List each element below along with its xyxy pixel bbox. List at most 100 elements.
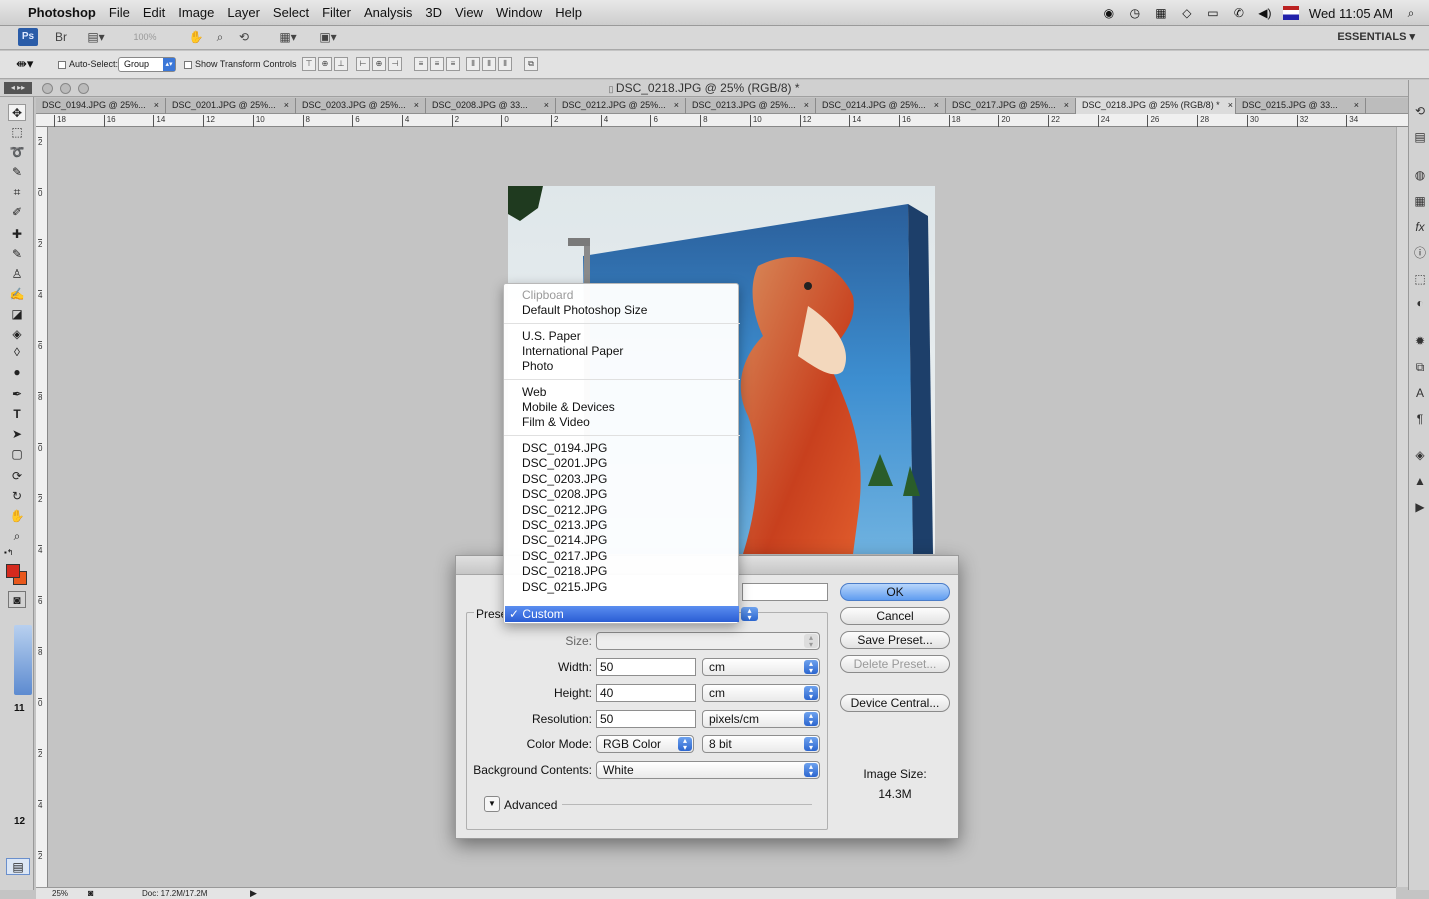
tab-close-icon[interactable]: × (544, 98, 549, 114)
channels-panel-icon[interactable]: ▦ (1412, 192, 1428, 210)
width-input[interactable]: 50 (596, 658, 696, 676)
crop-tool-icon[interactable]: ⌗ (8, 184, 26, 201)
brush-tool-icon[interactable]: ✎ (8, 246, 26, 263)
collapse-panel-icon[interactable]: ◂ ▸▸ (4, 82, 32, 94)
character-panel-icon[interactable]: A (1412, 384, 1428, 402)
document-tab[interactable]: DSC_0203.JPG @ 25%... × (296, 98, 426, 114)
tab-close-icon[interactable]: × (1064, 98, 1069, 114)
layers-panel-icon[interactable]: ◈ (1412, 446, 1428, 464)
auto-align-icon[interactable]: ⧉ (524, 57, 538, 71)
status-menu-arrow-icon[interactable]: ▶ (250, 888, 257, 899)
show-transform-checkbox[interactable]: Show Transform Controls (184, 59, 297, 69)
preset-item-file[interactable]: DSC_0201.JPG (522, 456, 607, 471)
menu-select[interactable]: Select (273, 5, 309, 20)
tab-close-icon[interactable]: × (804, 98, 809, 114)
document-tab[interactable]: DSC_0201.JPG @ 25%... × (166, 98, 296, 114)
menu-layer[interactable]: Layer (227, 5, 260, 20)
resolution-unit-select[interactable]: pixels/cm ▴ ▾ (702, 710, 820, 728)
volume-icon[interactable]: ◀) (1257, 6, 1273, 20)
menu-window[interactable]: Window (496, 5, 542, 20)
vertical-scrollbar[interactable] (1396, 127, 1408, 887)
advanced-disclosure-icon[interactable]: ▼ (484, 796, 500, 812)
menu-filter[interactable]: Filter (322, 5, 351, 20)
document-tab[interactable]: DSC_0215.JPG @ 33... × (1236, 98, 1366, 114)
preset-item-file[interactable]: DSC_0208.JPG (522, 487, 607, 502)
document-tab[interactable]: DSC_0208.JPG @ 33... × (426, 98, 556, 114)
3d-rotate-tool-icon[interactable]: ⟳ (8, 468, 26, 485)
distribute-bottom-icon[interactable]: ≡ (446, 57, 460, 71)
align-vcenter-icon[interactable]: ⊕ (318, 57, 332, 71)
auto-select-dropdown[interactable]: Group ▴▾ (118, 57, 176, 72)
navigator-panel-icon[interactable]: ⬚ (1412, 270, 1428, 288)
path-selection-tool-icon[interactable]: ➤ (8, 426, 26, 443)
clone-source-panel-icon[interactable]: ⧉ (1412, 358, 1428, 376)
phone-icon[interactable]: ✆ (1231, 6, 1247, 20)
tab-close-icon[interactable]: × (934, 98, 939, 114)
styles-panel-icon[interactable]: fx (1412, 218, 1428, 236)
cancel-button[interactable]: Cancel (840, 607, 950, 625)
type-tool-icon[interactable]: T (8, 406, 26, 423)
preset-item-mobile-devices[interactable]: Mobile & Devices (522, 400, 615, 415)
move-tool-preset-icon[interactable]: ⇼▾ (16, 56, 33, 72)
menu-3d[interactable]: 3D (425, 5, 442, 20)
zoom-tool-icon-2[interactable]: ⌕ (8, 528, 26, 545)
document-tab[interactable]: DSC_0212.JPG @ 25%... × (556, 98, 686, 114)
ok-button[interactable]: OK (840, 583, 950, 601)
history-panel-icon[interactable]: ⟲ (1412, 102, 1428, 120)
adjustments-panel-icon[interactable]: ◐ (1412, 294, 1428, 312)
height-input[interactable]: 40 (596, 684, 696, 702)
eyedropper-tool-icon[interactable]: ✐ (8, 204, 26, 221)
tab-close-icon[interactable]: × (674, 98, 679, 114)
width-unit-select[interactable]: cm ▴ ▾ (702, 658, 820, 676)
marquee-tool-icon[interactable]: ⬚ (8, 124, 26, 141)
history-brush-tool-icon[interactable]: ✍ (8, 286, 26, 303)
tab-close-icon[interactable]: × (1354, 98, 1359, 114)
minimize-window-button[interactable] (60, 83, 71, 94)
gradient-tool-icon[interactable]: ◈ (8, 326, 26, 343)
quick-selection-tool-icon[interactable]: ✎ (8, 164, 26, 181)
rotate-view-icon[interactable]: ⟲ (236, 29, 252, 45)
preset-item-file[interactable]: DSC_0215.JPG (522, 580, 607, 595)
zoom-window-button[interactable] (78, 83, 89, 94)
preset-item-custom-selected[interactable]: ✓ Custom (505, 606, 739, 622)
close-window-button[interactable] (42, 83, 53, 94)
hand-tool-icon[interactable]: ✋ (188, 29, 204, 45)
info-panel-icon[interactable]: ⓘ (1412, 244, 1428, 262)
preset-item-file[interactable]: DSC_0203.JPG (522, 472, 607, 487)
arrange-documents-icon[interactable]: ▦▾ (274, 29, 302, 45)
auto-select-checkbox[interactable]: Auto-Select: (58, 59, 118, 69)
mini-bridge-icon[interactable]: ▤▾ (82, 29, 110, 45)
menu-app-name[interactable]: Photoshop (28, 5, 96, 20)
brushes-panel-icon[interactable]: ✹ (1412, 332, 1428, 350)
tab-close-icon[interactable]: × (1228, 98, 1233, 114)
tab-close-icon[interactable]: × (414, 98, 419, 114)
quick-mask-icon[interactable]: ◙ (8, 591, 26, 608)
bit-depth-select[interactable]: 8 bit ▴ ▾ (702, 735, 820, 753)
status-zoom[interactable]: 25% (52, 889, 68, 898)
preset-item-us-paper[interactable]: U.S. Paper (522, 329, 581, 344)
animation-panel-icon[interactable]: ▶ (1412, 498, 1428, 516)
distribute-left-icon[interactable]: ⫴ (466, 57, 480, 71)
document-tab[interactable]: DSC_0217.JPG @ 25%... × (946, 98, 1076, 114)
distribute-hcenter-icon[interactable]: ⫴ (482, 57, 496, 71)
3d-orbit-tool-icon[interactable]: ↻ (8, 488, 26, 505)
document-tab[interactable]: DSC_0218.JPG @ 25% (RGB/8) * × (1076, 98, 1236, 114)
preset-dropdown-arrow-icon[interactable]: ▴ ▾ (741, 607, 758, 622)
menu-edit[interactable]: Edit (143, 5, 165, 20)
shape-tool-icon[interactable]: ▢ (8, 446, 26, 463)
healing-brush-tool-icon[interactable]: ✚ (8, 226, 26, 243)
foreground-color-swatch[interactable] (6, 564, 20, 578)
distribute-right-icon[interactable]: ⫴ (498, 57, 512, 71)
align-left-icon[interactable]: ⊢ (356, 57, 370, 71)
menu-analysis[interactable]: Analysis (364, 5, 412, 20)
preset-item-file[interactable]: DSC_0218.JPG (522, 564, 607, 579)
tab-close-icon[interactable]: × (284, 98, 289, 114)
document-tab[interactable]: DSC_0213.JPG @ 25%... × (686, 98, 816, 114)
flag-icon[interactable] (1282, 6, 1299, 20)
actions-panel-icon[interactable]: ▤ (1412, 128, 1428, 146)
align-hcenter-icon[interactable]: ⊕ (372, 57, 386, 71)
device-central-button[interactable]: Device Central... (840, 694, 950, 712)
masks-panel-icon[interactable]: ▲ (1412, 472, 1428, 490)
eraser-tool-icon[interactable]: ◪ (8, 306, 26, 323)
preset-item-photo[interactable]: Photo (522, 359, 553, 374)
